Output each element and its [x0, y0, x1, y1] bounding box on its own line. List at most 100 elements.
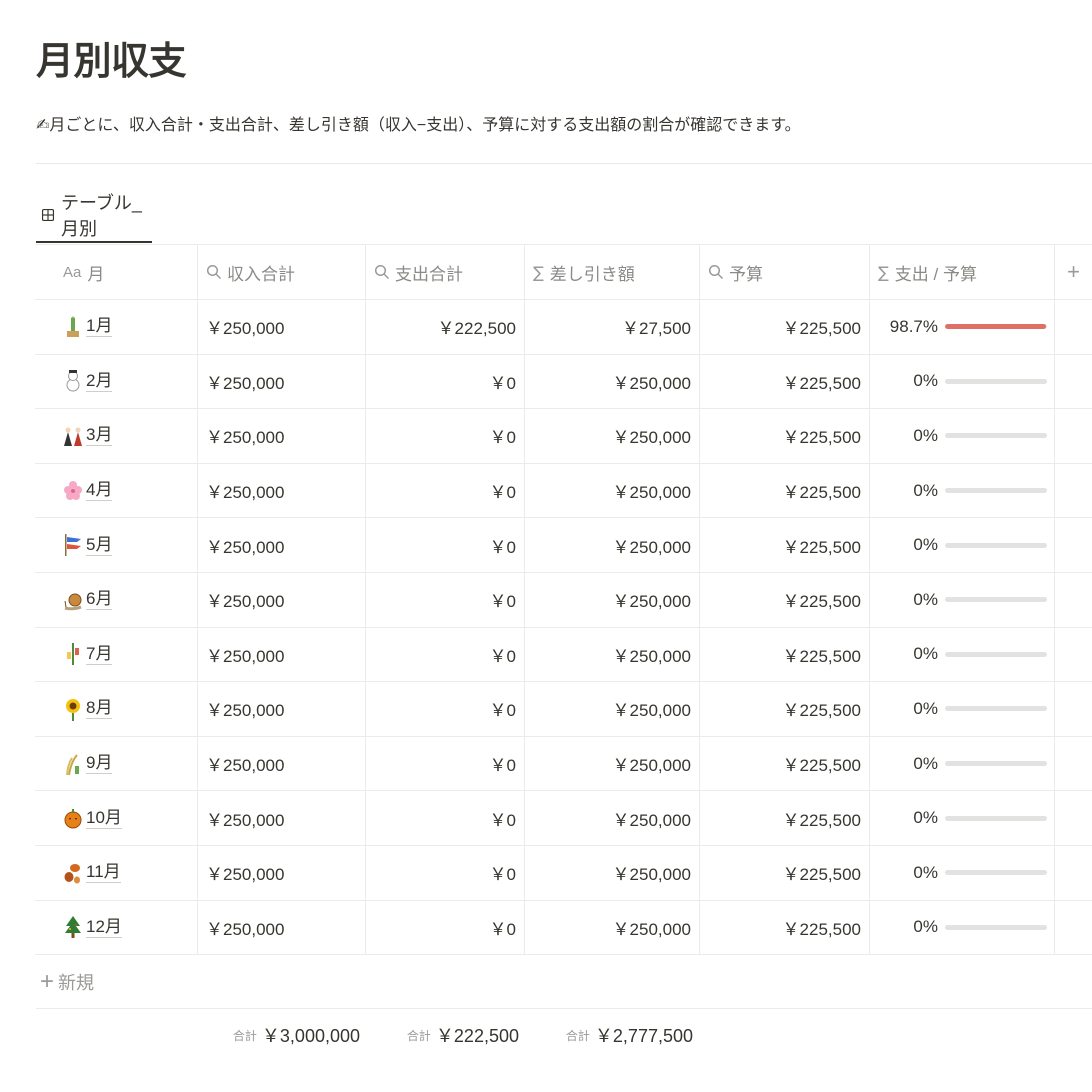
budget-cell[interactable]: ￥225,500: [700, 791, 870, 845]
difference-cell[interactable]: ￥250,000: [525, 409, 700, 463]
income-cell[interactable]: ￥250,000: [198, 845, 366, 900]
ratio-cell[interactable]: 0%: [870, 736, 1055, 791]
expense-cell[interactable]: ￥0: [366, 682, 525, 736]
budget-cell[interactable]: ￥225,500: [700, 845, 870, 900]
table-row[interactable]: 8月 ￥250,000 ￥0 ￥250,000 ￥225,500 0%: [35, 682, 1092, 737]
table-row[interactable]: 3月 ￥250,000 ￥0 ￥250,000 ￥225,500 0%: [35, 409, 1092, 464]
table-row[interactable]: 10月 ￥250,000 ￥0 ￥250,000 ￥225,500 0%: [35, 791, 1092, 846]
budget-cell[interactable]: ￥225,500: [700, 463, 870, 518]
column-header-expense[interactable]: 支出合計: [366, 245, 525, 299]
table-row[interactable]: 9月 ￥250,000 ￥0 ￥250,000 ￥225,500 0%: [35, 736, 1092, 792]
month-label[interactable]: 8月: [86, 698, 113, 720]
month-cell[interactable]: 3月: [35, 409, 198, 463]
month-label[interactable]: 10月: [86, 808, 122, 829]
month-label[interactable]: 5月: [86, 535, 113, 556]
difference-cell[interactable]: ￥250,000: [525, 736, 700, 791]
budget-cell[interactable]: ￥225,500: [700, 572, 870, 627]
column-header-income[interactable]: 収入合計: [198, 245, 366, 299]
difference-cell[interactable]: ￥250,000: [525, 791, 700, 845]
column-header-difference[interactable]: ∑ 差し引き額: [525, 245, 700, 299]
month-label[interactable]: 6月: [86, 589, 113, 611]
difference-cell[interactable]: ￥250,000: [525, 518, 700, 572]
month-cell[interactable]: 10月: [35, 791, 198, 845]
new-row-button[interactable]: + 新規: [36, 955, 1092, 1009]
expense-cell[interactable]: ￥0: [366, 572, 525, 627]
expense-cell[interactable]: ￥0: [366, 627, 525, 682]
ratio-cell[interactable]: 0%: [870, 900, 1055, 955]
difference-cell[interactable]: ￥250,000: [525, 682, 700, 736]
month-cell[interactable]: 1月: [35, 300, 198, 354]
month-cell[interactable]: 2月: [35, 354, 198, 409]
column-header-ratio[interactable]: ∑ 支出 / 予算: [870, 245, 1055, 299]
budget-cell[interactable]: ￥225,500: [700, 627, 870, 682]
budget-cell[interactable]: ￥225,500: [700, 409, 870, 463]
ratio-cell[interactable]: 98.7%: [870, 300, 1055, 354]
month-cell[interactable]: 11月: [35, 845, 198, 900]
table-row[interactable]: 1月 ￥250,000 ￥222,500 ￥27,500 ￥225,500 98…: [35, 300, 1092, 355]
month-cell[interactable]: 7月: [35, 627, 198, 682]
budget-cell[interactable]: ￥225,500: [700, 518, 870, 572]
ratio-cell[interactable]: 0%: [870, 791, 1055, 845]
month-cell[interactable]: 12月: [35, 900, 198, 955]
difference-cell[interactable]: ￥250,000: [525, 572, 700, 627]
table-row[interactable]: 4月 ￥250,000 ￥0 ￥250,000 ￥225,500 0%: [35, 463, 1092, 519]
month-label[interactable]: 11月: [86, 862, 121, 884]
expense-cell[interactable]: ￥0: [366, 845, 525, 900]
table-row[interactable]: 12月 ￥250,000 ￥0 ￥250,000 ￥225,500 0%: [35, 900, 1092, 956]
month-label[interactable]: 9月: [86, 753, 113, 775]
budget-cell[interactable]: ￥225,500: [700, 682, 870, 736]
table-row[interactable]: 2月 ￥250,000 ￥0 ￥250,000 ￥225,500 0%: [35, 354, 1092, 410]
month-cell[interactable]: 8月: [35, 682, 198, 736]
ratio-cell[interactable]: 0%: [870, 572, 1055, 627]
expense-cell[interactable]: ￥0: [366, 791, 525, 845]
budget-cell[interactable]: ￥225,500: [700, 354, 870, 409]
month-label[interactable]: 12月: [86, 917, 122, 938]
ratio-cell[interactable]: 0%: [870, 627, 1055, 682]
month-cell[interactable]: 9月: [35, 736, 198, 791]
income-cell[interactable]: ￥250,000: [198, 682, 366, 736]
expense-cell[interactable]: ￥0: [366, 518, 525, 572]
ratio-cell[interactable]: 0%: [870, 409, 1055, 463]
expense-cell[interactable]: ￥0: [366, 736, 525, 791]
income-cell[interactable]: ￥250,000: [198, 409, 366, 463]
ratio-cell[interactable]: 0%: [870, 463, 1055, 518]
ratio-cell[interactable]: 0%: [870, 682, 1055, 736]
difference-cell[interactable]: ￥250,000: [525, 354, 700, 409]
difference-cell[interactable]: ￥27,500: [525, 300, 700, 354]
budget-cell[interactable]: ￥225,500: [700, 736, 870, 791]
column-header-budget[interactable]: 予算: [700, 245, 870, 299]
income-cell[interactable]: ￥250,000: [198, 791, 366, 845]
month-cell[interactable]: 4月: [35, 463, 198, 518]
expense-cell[interactable]: ￥0: [366, 463, 525, 518]
ratio-cell[interactable]: 0%: [870, 845, 1055, 900]
month-label[interactable]: 2月: [86, 371, 113, 392]
income-cell[interactable]: ￥250,000: [198, 900, 366, 955]
income-cell[interactable]: ￥250,000: [198, 463, 366, 518]
income-cell[interactable]: ￥250,000: [198, 627, 366, 682]
expense-cell[interactable]: ￥0: [366, 409, 525, 463]
month-label[interactable]: 4月: [86, 480, 113, 502]
month-label[interactable]: 7月: [86, 644, 113, 665]
budget-cell[interactable]: ￥225,500: [700, 900, 870, 955]
income-cell[interactable]: ￥250,000: [198, 518, 366, 572]
difference-cell[interactable]: ￥250,000: [525, 845, 700, 900]
month-cell[interactable]: 6月: [35, 572, 198, 627]
income-cell[interactable]: ￥250,000: [198, 572, 366, 627]
difference-cell[interactable]: ￥250,000: [525, 900, 700, 955]
month-label[interactable]: 3月: [86, 425, 113, 447]
table-row[interactable]: 6月 ￥250,000 ￥0 ￥250,000 ￥225,500 0%: [35, 572, 1092, 628]
month-cell[interactable]: 5月: [35, 518, 198, 572]
difference-cell[interactable]: ￥250,000: [525, 463, 700, 518]
ratio-cell[interactable]: 0%: [870, 518, 1055, 572]
income-cell[interactable]: ￥250,000: [198, 354, 366, 409]
add-column-button[interactable]: +: [1055, 245, 1092, 299]
budget-cell[interactable]: ￥225,500: [700, 300, 870, 354]
income-cell[interactable]: ￥250,000: [198, 300, 366, 354]
expense-cell[interactable]: ￥0: [366, 900, 525, 955]
ratio-cell[interactable]: 0%: [870, 354, 1055, 409]
table-row[interactable]: 7月 ￥250,000 ￥0 ￥250,000 ￥225,500 0%: [35, 627, 1092, 683]
income-cell[interactable]: ￥250,000: [198, 736, 366, 791]
table-row[interactable]: 11月 ￥250,000 ￥0 ￥250,000 ￥225,500 0%: [35, 845, 1092, 901]
expense-cell[interactable]: ￥0: [366, 354, 525, 409]
difference-cell[interactable]: ￥250,000: [525, 627, 700, 682]
